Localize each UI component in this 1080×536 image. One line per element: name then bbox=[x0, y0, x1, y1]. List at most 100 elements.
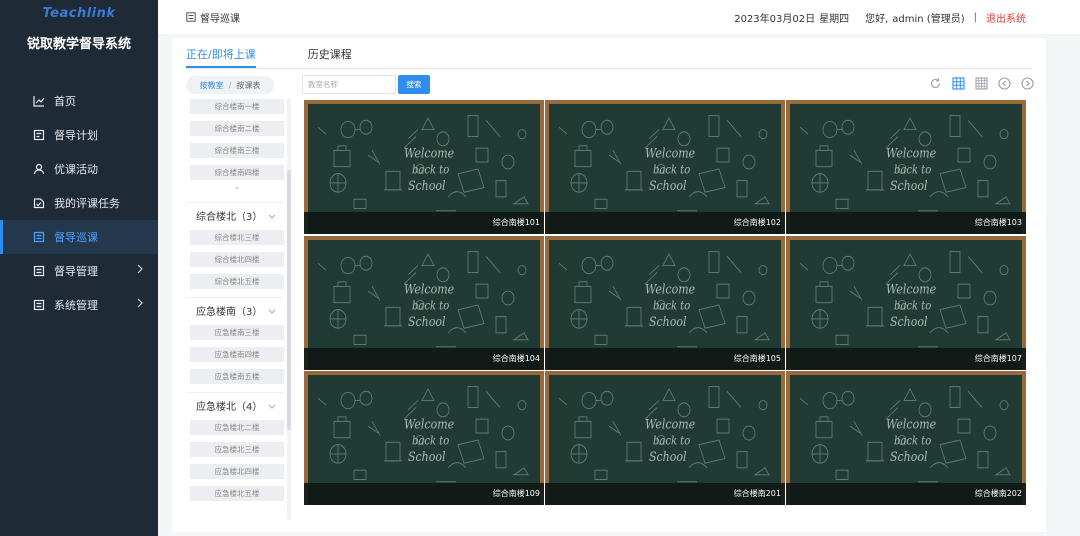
room-button[interactable]: 综合楼北三楼 bbox=[190, 230, 284, 245]
board-text-line2: back to bbox=[412, 163, 450, 177]
classroom-tile[interactable]: Welcome back to School 综合南楼105 bbox=[545, 235, 785, 370]
room-button[interactable]: 应急楼南五楼 bbox=[190, 369, 284, 384]
tab-current[interactable]: 正在/即将上课 bbox=[186, 46, 256, 68]
classroom-name: 综合南楼103 bbox=[786, 212, 1026, 234]
room-button[interactable]: 综合楼南一楼 bbox=[190, 99, 284, 114]
settings-icon bbox=[32, 298, 46, 312]
room-button[interactable]: 应急楼北三楼 bbox=[190, 442, 284, 457]
room-button[interactable]: 综合楼北四楼 bbox=[190, 252, 284, 267]
classroom-tile[interactable]: Welcome back to School 综合南楼101 bbox=[304, 100, 544, 234]
room-button[interactable]: 综合楼北五楼 bbox=[190, 274, 284, 289]
sidebar-menu: 首页 督导计划 优课活动 我的评课任务 督导巡课 督导管理 系统管理 bbox=[0, 84, 158, 322]
room-button[interactable]: 综合楼南三楼 bbox=[190, 143, 284, 158]
logo: Teachlink bbox=[42, 6, 116, 21]
room-button[interactable]: 应急楼南四楼 bbox=[190, 347, 284, 362]
chevron-down-icon bbox=[268, 212, 276, 223]
board-text-line2: back to bbox=[894, 434, 932, 448]
classroom-tile[interactable]: Welcome back to School 综合南楼102 bbox=[545, 100, 785, 234]
board-text-line2: back to bbox=[894, 163, 932, 177]
tab-history[interactable]: 历史课程 bbox=[308, 46, 352, 68]
view-toolbar bbox=[928, 76, 1034, 90]
main-content: 正在/即将上课 历史课程 按教室 / 按课表 综合楼南一楼 综合楼南二楼 综合楼… bbox=[172, 38, 1046, 532]
group-header[interactable]: 应急楼南（3） bbox=[186, 297, 284, 323]
current-date: 2023年03月02日 bbox=[734, 13, 816, 25]
board-text-line3: School bbox=[408, 314, 446, 329]
activity-icon bbox=[32, 162, 46, 176]
board-text-line1: Welcome bbox=[404, 281, 454, 296]
classroom-name: 综合南楼107 bbox=[786, 347, 1026, 370]
board-text-line1: Welcome bbox=[404, 146, 454, 161]
expand-more-icon[interactable]: ⌄ bbox=[190, 180, 284, 194]
system-title: 锐取教学督导系统 bbox=[26, 37, 131, 52]
patrol-icon bbox=[32, 230, 46, 244]
task-icon bbox=[32, 196, 46, 210]
board-text-line2: back to bbox=[653, 434, 691, 448]
prev-icon[interactable] bbox=[997, 76, 1011, 90]
sidebar-item-label: 我的评课任务 bbox=[54, 197, 120, 210]
classroom-tile[interactable]: Welcome back to School 综合南楼107 bbox=[786, 235, 1026, 370]
sidebar-item-tasks[interactable]: 我的评课任务 bbox=[0, 186, 158, 220]
scrollbar-thumb[interactable] bbox=[287, 170, 291, 430]
room-button[interactable]: 应急楼北二楼 bbox=[190, 420, 284, 435]
group-header[interactable]: 应急楼北（4） bbox=[186, 392, 284, 418]
board-text-line3: School bbox=[890, 178, 928, 193]
chart-icon bbox=[32, 94, 46, 108]
sidebar-item-patrol[interactable]: 督导巡课 bbox=[0, 220, 158, 254]
tab-bar: 正在/即将上课 历史课程 bbox=[186, 46, 404, 68]
grid-3-icon[interactable] bbox=[951, 76, 965, 90]
switch-slash: / bbox=[228, 80, 232, 90]
board-text-line2: back to bbox=[894, 298, 932, 312]
sidebar-item-plan[interactable]: 督导计划 bbox=[0, 118, 158, 152]
board-text-line1: Welcome bbox=[886, 281, 936, 296]
breadcrumb-icon bbox=[186, 12, 196, 22]
sidebar-item-label: 首页 bbox=[54, 95, 76, 108]
classroom-tile[interactable]: Welcome back to School 综合南楼103 bbox=[786, 100, 1026, 234]
board-text-line3: School bbox=[408, 449, 446, 464]
board-text-line3: School bbox=[649, 449, 687, 464]
greeting: 您好, bbox=[865, 13, 889, 25]
board-text-line2: back to bbox=[412, 298, 450, 312]
sidebar-item-settings[interactable]: 系统管理 bbox=[0, 288, 158, 322]
switch-by-schedule[interactable]: 按课表 bbox=[236, 80, 260, 91]
board-text-line3: School bbox=[408, 178, 446, 193]
grid-4-icon[interactable] bbox=[974, 76, 988, 90]
chevron-down-icon bbox=[268, 307, 276, 318]
top-bar: 督导巡课 2023年03月02日 星期四 您好, admin (管理员) | 退… bbox=[158, 0, 1080, 34]
room-button[interactable]: 应急楼南三楼 bbox=[190, 325, 284, 340]
classroom-name: 综合南楼109 bbox=[304, 483, 544, 505]
refresh-icon[interactable] bbox=[928, 76, 942, 90]
group-title: 应急楼北（4） bbox=[196, 402, 263, 413]
sidebar-item-home[interactable]: 首页 bbox=[0, 84, 158, 118]
board-text-line1: Welcome bbox=[886, 417, 936, 432]
breadcrumb-label: 督导巡课 bbox=[200, 13, 240, 25]
classroom-tile[interactable]: Welcome back to School 综合楼南202 bbox=[786, 371, 1026, 505]
switch-by-room[interactable]: 按教室 bbox=[200, 80, 224, 91]
user-name: admin (管理员) bbox=[892, 13, 965, 25]
sidebar-item-activity[interactable]: 优课活动 bbox=[0, 152, 158, 186]
next-icon[interactable] bbox=[1020, 76, 1034, 90]
room-button[interactable]: 应急楼北四楼 bbox=[190, 464, 284, 479]
chevron-right-icon bbox=[136, 264, 144, 277]
logout-link[interactable]: 退出系统 bbox=[986, 10, 1026, 25]
board-text-line1: Welcome bbox=[645, 146, 695, 161]
classroom-name: 综合楼南201 bbox=[545, 483, 785, 505]
classroom-tile[interactable]: Welcome back to School 综合南楼109 bbox=[304, 371, 544, 505]
sidebar-item-label: 督导管理 bbox=[54, 265, 98, 278]
classroom-name: 综合南楼101 bbox=[304, 212, 544, 234]
classroom-tile[interactable]: Welcome back to School 综合南楼104 bbox=[304, 235, 544, 370]
room-button[interactable]: 应急楼北五楼 bbox=[190, 486, 284, 501]
board-text-line2: back to bbox=[653, 298, 691, 312]
classroom-tile[interactable]: Welcome back to School 综合楼南201 bbox=[545, 371, 785, 505]
chevron-down-icon bbox=[268, 402, 276, 413]
classroom-name: 综合南楼102 bbox=[545, 212, 785, 234]
group-header[interactable]: 综合楼北（3） bbox=[186, 202, 284, 228]
room-button[interactable]: 综合楼南二楼 bbox=[190, 121, 284, 136]
board-text-line1: Welcome bbox=[645, 417, 695, 432]
room-button[interactable]: 综合楼南四楼 bbox=[190, 165, 284, 180]
board-text-line1: Welcome bbox=[645, 281, 695, 296]
search-button[interactable]: 搜索 bbox=[398, 75, 430, 94]
sidebar-item-manage[interactable]: 督导管理 bbox=[0, 254, 158, 288]
classroom-search-input[interactable]: 教室名称 bbox=[302, 75, 396, 94]
sidebar-item-label: 督导计划 bbox=[54, 129, 98, 142]
board-text-line2: back to bbox=[653, 163, 691, 177]
